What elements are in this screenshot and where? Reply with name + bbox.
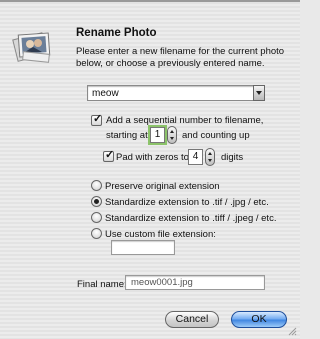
standardize-short-extension-label: Standardize extension to .tif / .jpg / e… xyxy=(105,197,269,208)
preserve-extension-radio[interactable] xyxy=(91,180,102,191)
photo-stack-icon xyxy=(12,32,51,63)
final-name-label: Final name: xyxy=(77,279,127,290)
sequential-number-checkbox[interactable]: ✓ xyxy=(91,113,103,126)
pad-digits-field[interactable]: 4 xyxy=(188,149,203,165)
pad-zeros-label: Pad with zeros to xyxy=(116,152,189,163)
sequential-number-label: Add a sequential number to filename, xyxy=(106,115,264,126)
pad-zeros-checkbox[interactable]: ✓ xyxy=(103,149,115,162)
standardize-short-extension-radio[interactable] xyxy=(91,196,102,207)
standardize-long-extension-label: Standardize extension to .tiff / .jpeg /… xyxy=(105,213,277,224)
final-name-field: meow0001.jpg xyxy=(125,275,265,290)
resize-grip-icon[interactable] xyxy=(287,326,297,336)
start-number-field[interactable]: 1 xyxy=(150,127,165,143)
pad-digits-stepper[interactable] xyxy=(205,148,215,166)
start-number-stepper[interactable] xyxy=(167,126,177,144)
ok-button[interactable]: OK xyxy=(231,311,287,328)
dialog-description: Please enter a new filename for the curr… xyxy=(76,46,285,69)
custom-extension-label: Use custom file extension: xyxy=(105,229,216,240)
starting-at-label: starting at: xyxy=(106,130,151,141)
counting-up-label: and counting up xyxy=(182,130,250,141)
custom-extension-field[interactable] xyxy=(111,240,175,255)
dialog-title: Rename Photo xyxy=(76,27,157,39)
digits-label: digits xyxy=(221,152,244,163)
standardize-long-extension-radio[interactable] xyxy=(91,212,102,223)
cancel-button[interactable]: Cancel xyxy=(165,311,219,328)
filename-value[interactable]: meow xyxy=(92,88,119,99)
filename-combo-box[interactable]: meow xyxy=(87,85,265,101)
combo-dropdown-arrow-icon[interactable] xyxy=(253,85,265,101)
checkmark-icon: ✓ xyxy=(105,149,115,161)
preserve-extension-label: Preserve original extension xyxy=(105,181,220,192)
custom-extension-radio[interactable] xyxy=(91,228,102,239)
rename-photo-sheet: Rename Photo Please enter a new filename… xyxy=(0,0,300,339)
checkmark-icon: ✓ xyxy=(93,113,103,125)
